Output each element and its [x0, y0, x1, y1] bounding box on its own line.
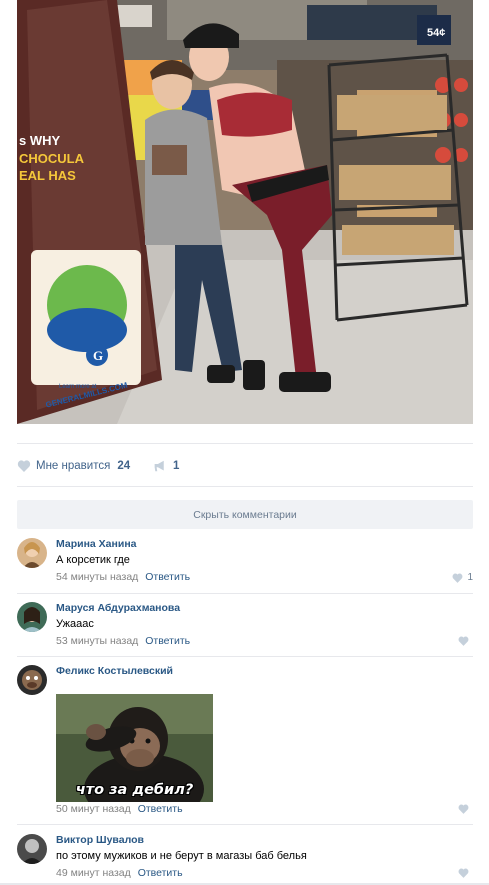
comment-author[interactable]: Виктор Шувалов — [56, 834, 144, 846]
sign-logo: G — [93, 348, 103, 363]
comment-time[interactable]: 50 минут назад — [56, 803, 131, 815]
sign-line2: CHOCULA — [19, 151, 85, 166]
comment-item: Маруся Абдурахманова Ужааас 53 минуты на… — [17, 602, 473, 657]
avatar-image — [17, 602, 47, 632]
like-label: Мне нравится — [36, 460, 111, 472]
reply-link[interactable]: Ответить — [145, 635, 190, 647]
comment-image[interactable]: что за дебил? — [56, 694, 213, 802]
heart-icon — [458, 804, 469, 814]
comment-like-count: 1 — [467, 572, 473, 583]
comment-item: Марина Ханина А корсетик где 54 минуты н… — [17, 538, 473, 594]
heart-icon — [453, 573, 463, 583]
reply-link[interactable]: Ответить — [138, 803, 183, 815]
comment-item: Виктор Шувалов по этому мужиков и не бер… — [17, 834, 473, 885]
image-caption: что за дебил? — [75, 782, 194, 798]
reply-link[interactable]: Ответить — [138, 867, 183, 879]
comment-like-button[interactable] — [458, 636, 473, 646]
heart-icon — [458, 636, 469, 646]
sign-line3: EAL HAS — [19, 168, 76, 183]
comment-item: Феликс Костылевский что за дебил? 50 мин… — [17, 665, 473, 825]
like-count: 24 — [117, 460, 131, 472]
comment-meta: 49 минут назад Ответить — [56, 867, 183, 879]
comment-author[interactable]: Марина Ханина — [56, 538, 137, 550]
comment-like-button[interactable]: 1 — [452, 572, 473, 583]
comment-time[interactable]: 53 минуты назад — [56, 635, 138, 647]
comment-meta: 50 минут назад Ответить — [56, 803, 183, 815]
hide-comments-button[interactable]: Скрыть комментарии — [17, 500, 473, 529]
share-button[interactable]: 1 — [154, 457, 179, 475]
comment-meta: 54 минуты назад Ответить — [56, 571, 190, 583]
store-photo-illustration: s WHY CHOCULA EAL HAS G Learn more at GE… — [17, 0, 473, 424]
post-actions-bar: Мне нравится 24 1 — [17, 443, 473, 487]
share-count: 1 — [173, 460, 180, 472]
heart-icon — [458, 868, 469, 878]
heart-icon — [17, 460, 31, 472]
comment-like-button[interactable] — [458, 804, 473, 814]
post-photo[interactable]: s WHY CHOCULA EAL HAS G Learn more at GE… — [17, 0, 473, 424]
megaphone-icon — [154, 460, 164, 472]
comment-text: Ужааас — [56, 618, 94, 630]
avatar[interactable] — [17, 834, 47, 864]
comment-time[interactable]: 49 минут назад — [56, 867, 131, 879]
comment-text: А корсетик где — [56, 554, 130, 566]
avatar[interactable] — [17, 665, 47, 695]
comment-text: по этому мужиков и не берут в магазы баб… — [56, 850, 307, 862]
reply-link[interactable]: Ответить — [145, 571, 190, 583]
avatar[interactable] — [17, 602, 47, 632]
sign-line1: s WHY — [19, 133, 61, 148]
comment-time[interactable]: 54 минуты назад — [56, 571, 138, 583]
comment-author[interactable]: Маруся Абдурахманова — [56, 602, 180, 614]
avatar[interactable] — [17, 538, 47, 568]
avatar-image — [17, 834, 47, 864]
comment-author[interactable]: Феликс Костылевский — [56, 665, 173, 677]
comment-like-button[interactable] — [458, 868, 473, 878]
like-button[interactable]: Мне нравится 24 — [17, 457, 130, 475]
avatar-image — [17, 665, 47, 695]
comment-meta: 53 минуты назад Ответить — [56, 635, 190, 647]
price-tag: 54¢ — [427, 27, 445, 39]
avatar-image — [17, 538, 47, 568]
